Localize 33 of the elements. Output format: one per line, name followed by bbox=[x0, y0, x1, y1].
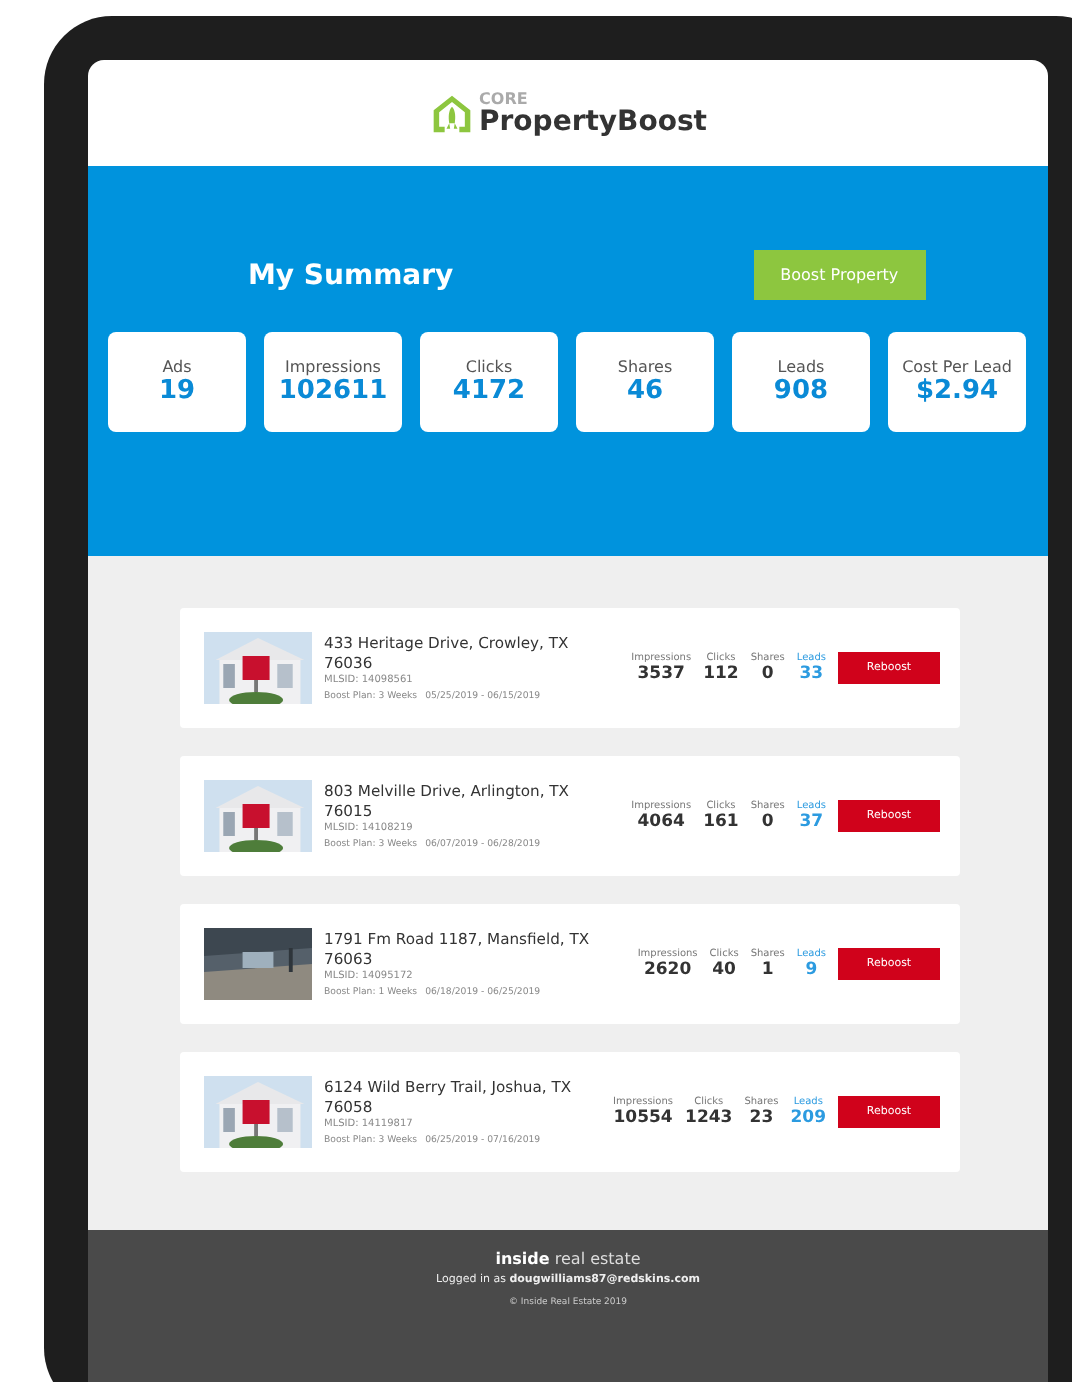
summary-title: My Summary bbox=[248, 259, 454, 291]
footer-logo: inside real estate bbox=[495, 1250, 641, 1268]
stat-value: 10554 bbox=[613, 1108, 673, 1128]
stat-value: 4172 bbox=[452, 376, 526, 406]
logo-subtitle: CORE bbox=[479, 91, 530, 107]
house-rocket-icon bbox=[429, 91, 474, 135]
stat-value: 0 bbox=[761, 664, 774, 684]
stat-value: 908 bbox=[773, 376, 829, 406]
stat-value: 4064 bbox=[637, 812, 685, 832]
stat-value: 209 bbox=[790, 1108, 826, 1128]
stat-value: 19 bbox=[158, 376, 196, 406]
stat-label: Clicks bbox=[465, 358, 513, 376]
stat-label: Shares bbox=[617, 358, 673, 376]
stat-value: 40 bbox=[712, 960, 736, 980]
stat-value: 3537 bbox=[637, 664, 685, 684]
stat-value: 37 bbox=[799, 812, 824, 832]
stat-value: 0 bbox=[761, 812, 774, 832]
stat-value: 23 bbox=[749, 1108, 774, 1128]
stat-value: 1243 bbox=[685, 1108, 733, 1128]
stat-value: 2620 bbox=[643, 960, 692, 980]
stat-label: Leads bbox=[777, 358, 825, 376]
logo-name: PropertyBoost bbox=[479, 107, 707, 135]
stat-label: Ads bbox=[162, 358, 192, 376]
stat-value: 9 bbox=[805, 960, 818, 980]
stat-value: 161 bbox=[703, 812, 739, 832]
stat-value: 1 bbox=[761, 960, 774, 980]
stat-value: 33 bbox=[799, 664, 824, 684]
stat-value: $2.94 bbox=[915, 376, 999, 406]
stat-value: 102611 bbox=[278, 376, 388, 406]
stat-label: Impressions bbox=[285, 358, 381, 376]
stat-label: Cost Per Lead bbox=[902, 358, 1012, 376]
stat-value: 46 bbox=[626, 376, 664, 406]
stat-value: 112 bbox=[703, 664, 739, 684]
